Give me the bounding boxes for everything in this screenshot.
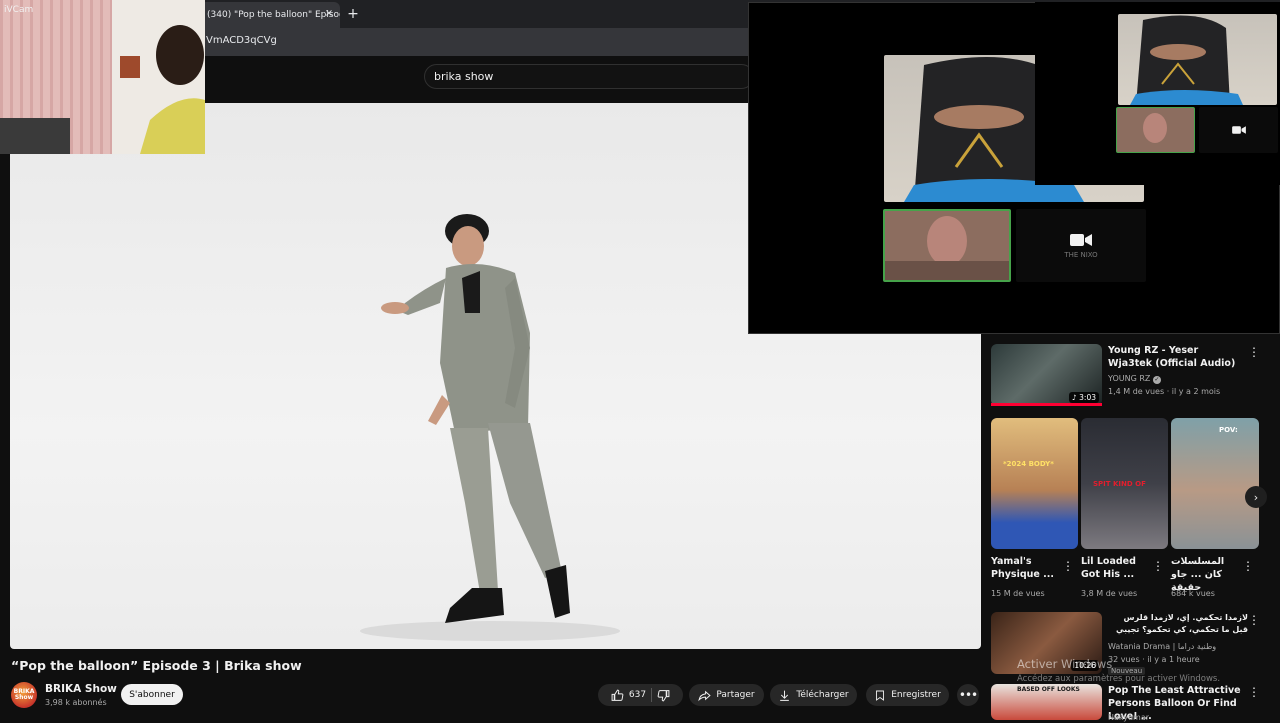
short-views: 15 M de vues (991, 589, 1045, 598)
video-camera-icon (1070, 234, 1092, 246)
short-thumbnail[interactable]: SPIT KIND OF (1081, 418, 1168, 549)
rec-thumbnail[interactable]: BASED OFF LOOKS (991, 684, 1102, 720)
rec-thumbnail[interactable]: ♪ 3:03 (991, 344, 1102, 406)
short-views: 3,8 M de vues (1081, 589, 1138, 598)
short-menu-icon[interactable]: ⋮ (1242, 559, 1254, 573)
short-overlay-text: SPIT KIND OF (1093, 480, 1146, 488)
chevron-right-icon[interactable]: › (1245, 486, 1267, 508)
windows-activation-watermark: Activer Windows (1017, 657, 1113, 671)
person-figure (381, 214, 570, 623)
rec-channel[interactable]: Watania Drama | وطنية دراما (1108, 641, 1216, 652)
rec-meta: 32 vues · il y a 1 heure (1108, 655, 1200, 664)
participant-tile-camera-off[interactable]: THE NIXO (1016, 209, 1146, 282)
short-views: 684 k vues (1171, 589, 1215, 598)
subscriber-count: 3,98 k abonnés (45, 698, 107, 707)
download-icon (780, 690, 790, 701)
share-button[interactable]: Partager (689, 684, 764, 706)
like-button[interactable]: 637 (611, 689, 646, 702)
participant-tile-camera-off[interactable] (1199, 107, 1278, 153)
like-divider (651, 688, 653, 702)
webcam-feed (0, 0, 205, 154)
short-menu-icon[interactable]: ⋮ (1152, 559, 1164, 573)
download-button[interactable]: Télécharger (770, 684, 857, 706)
browser-tab[interactable]: (340) "Pop the balloon" Episode (200, 2, 340, 28)
video-camera-icon (1231, 126, 1246, 134)
dislike-button[interactable] (657, 689, 670, 702)
duration-text: 3:03 (1079, 393, 1096, 402)
channel-avatar[interactable]: BRIKA Show (11, 682, 37, 708)
thumbs-up-icon (611, 689, 624, 701)
like-dislike-group: 637 (598, 684, 683, 706)
like-count: 637 (628, 690, 647, 700)
tab-close-icon[interactable]: × (322, 7, 336, 21)
rec-menu-icon[interactable]: ⋮ (1248, 685, 1260, 699)
save-button[interactable]: Enregistrer (866, 684, 949, 706)
webcam-label: iVCam (4, 5, 34, 15)
participant-label: THE NIXO (1064, 251, 1098, 259)
video-title: “Pop the balloon” Episode 3 | Brika show (11, 658, 302, 673)
rec-channel-name: YOUNG RZ (1108, 374, 1151, 383)
rec-menu-icon[interactable]: ⋮ (1248, 345, 1260, 359)
more-actions-button[interactable]: ••• (957, 684, 979, 706)
new-tab-icon[interactable]: + (344, 5, 362, 23)
rec-menu-icon[interactable]: ⋮ (1248, 613, 1260, 627)
more-horizontal-icon: ••• (958, 688, 978, 702)
participant-thumb (885, 216, 1009, 280)
rec-channel[interactable]: YOUNG RZ ✓ (1108, 373, 1161, 384)
windows-activation-subtext: Accédez aux paramètres pour activer Wind… (1017, 674, 1221, 684)
short-menu-icon[interactable]: ⋮ (1062, 559, 1074, 573)
short-thumbnail[interactable]: POV: (1171, 418, 1259, 549)
short-thumbnail[interactable]: *2024 BODY* (991, 418, 1078, 549)
webcam-overlay: iVCam (0, 0, 205, 154)
channel-name[interactable]: BRIKA Show (45, 683, 117, 695)
rec-meta: 1,4 M de vues · il y a 2 mois (1108, 387, 1221, 396)
short-overlay-text: *2024 BODY* (1003, 460, 1054, 468)
duration-badge: ♪ 3:03 (1068, 392, 1099, 403)
url-text: VmACD3qCVg (206, 35, 277, 46)
short-title[interactable]: Yamal's Physique ... (991, 555, 1057, 581)
bookmark-icon (876, 690, 885, 701)
participant-tile-active[interactable] (1116, 107, 1195, 153)
masked-participant (1130, 15, 1243, 105)
participant-video-main (1118, 14, 1277, 105)
rec-title[interactable]: Young RZ - Yeser Wja3tek (Official Audio… (1108, 344, 1243, 370)
tab-title: (340) "Pop the balloon" Episode (207, 10, 340, 20)
share-icon (698, 690, 712, 701)
search-query: brika show (434, 70, 494, 83)
verified-icon: ✓ (1152, 376, 1161, 384)
subscribe-button[interactable]: S'abonner (121, 684, 183, 705)
watch-progress-bar (991, 403, 1102, 406)
short-overlay-text: POV: (1219, 426, 1238, 434)
participant-tile-active[interactable] (883, 209, 1011, 282)
short-title[interactable]: Lil Loaded Got His ... (1081, 555, 1147, 581)
save-label: Enregistrer (891, 690, 941, 700)
rec-channel[interactable]: Nakyumar (1108, 712, 1149, 723)
rec-title[interactable]: لازمدا تحكمي. إي، لازمدا قلرس قبل ما تحك… (1108, 612, 1248, 638)
share-label: Partager (716, 690, 755, 700)
video-call-window-secondary (1035, 2, 1280, 185)
participant-thumb (1143, 113, 1167, 143)
download-label: Télécharger (796, 690, 849, 700)
thumbs-down-icon (657, 689, 670, 701)
thumbnail-text: BASED OFF LOOKS (1017, 686, 1080, 693)
